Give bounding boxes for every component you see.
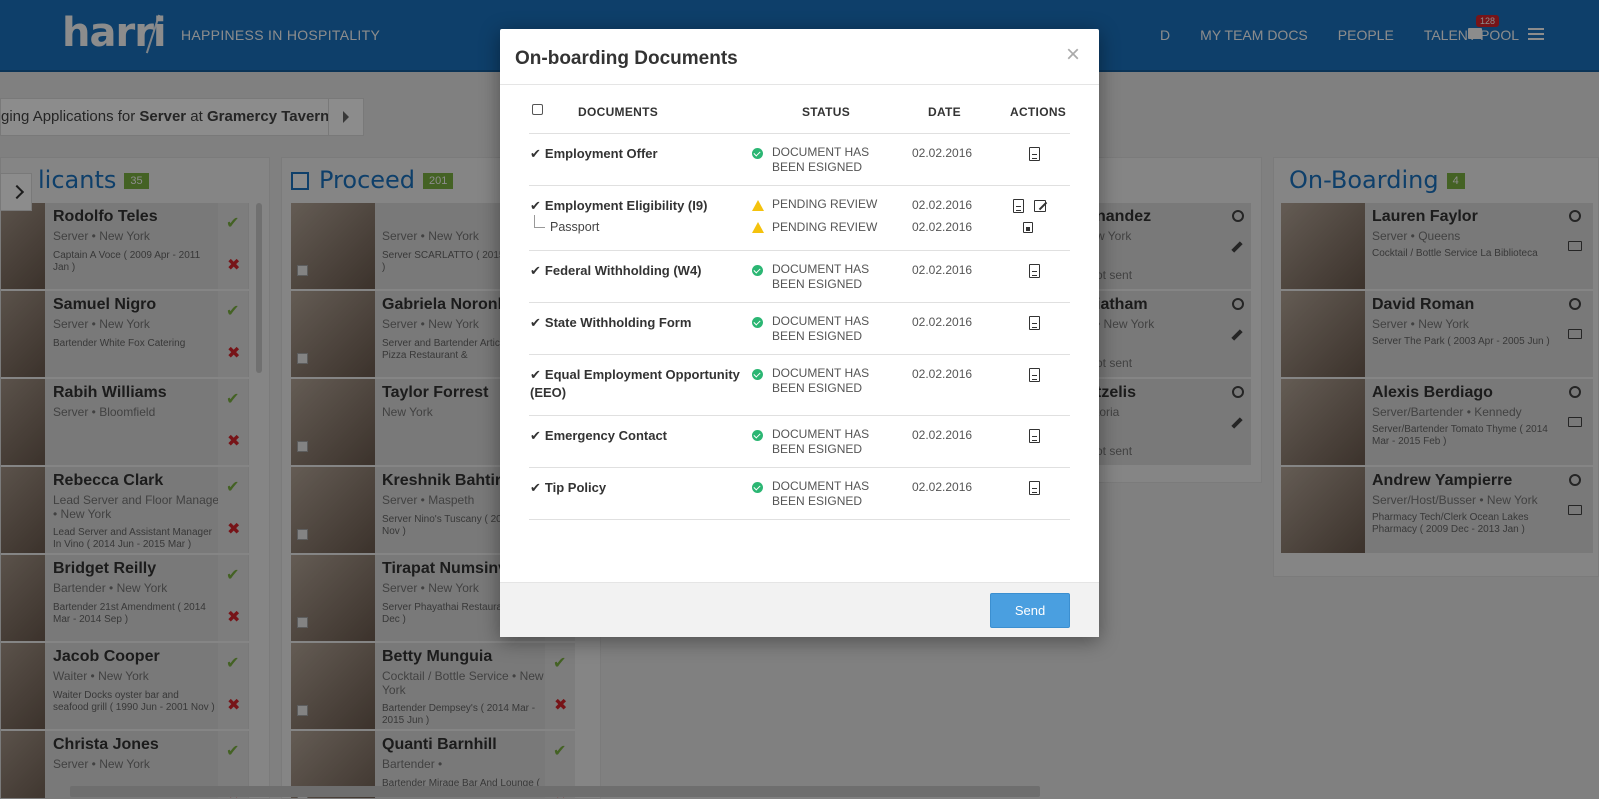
document-status: DOCUMENT HAS BEEN ESIGNED bbox=[772, 145, 870, 174]
document-check-icon: ✔ bbox=[530, 198, 541, 213]
warning-icon bbox=[752, 200, 764, 211]
date-column-header: DATE bbox=[928, 105, 961, 119]
pdf-file-icon[interactable] bbox=[1013, 199, 1024, 213]
success-check-icon bbox=[752, 482, 763, 493]
row-divider bbox=[529, 250, 1070, 251]
document-check-icon: ✔ bbox=[530, 367, 541, 382]
document-name-text: Federal Withholding (W4) bbox=[544, 263, 702, 278]
document-name[interactable]: ✔ Federal Withholding (W4) bbox=[530, 262, 745, 280]
document-date: 02.02.2016 bbox=[912, 480, 973, 494]
modal-title: On-boarding Documents bbox=[515, 48, 738, 69]
success-check-icon bbox=[752, 265, 763, 276]
document-check-icon: ✔ bbox=[530, 428, 541, 443]
success-check-icon bbox=[752, 430, 763, 441]
pdf-file-icon[interactable] bbox=[1029, 429, 1040, 443]
status-column-header: STATUS bbox=[802, 105, 851, 119]
document-name-text: Employment Eligibility (I9) bbox=[544, 198, 708, 213]
sub-document-date: 02.02.2016 bbox=[912, 220, 973, 234]
image-file-icon[interactable] bbox=[1023, 222, 1033, 233]
document-check-icon: ✔ bbox=[530, 146, 541, 161]
sub-document-status: PENDING REVIEW bbox=[772, 220, 878, 234]
close-icon[interactable]: × bbox=[1066, 43, 1080, 67]
documents-column-header: DOCUMENTS bbox=[578, 105, 659, 119]
document-name[interactable]: ✔ Tip Policy bbox=[530, 479, 745, 497]
document-date: 02.02.2016 bbox=[912, 146, 973, 160]
document-status: DOCUMENT HAS BEEN ESIGNED bbox=[772, 262, 870, 291]
document-name[interactable]: ✔ Emergency Contact bbox=[530, 427, 745, 445]
row-divider bbox=[529, 354, 1070, 355]
document-status: DOCUMENT HAS BEEN ESIGNED bbox=[772, 427, 870, 456]
warning-icon bbox=[752, 222, 764, 233]
document-name[interactable]: ✔ State Withholding Form bbox=[530, 314, 745, 332]
document-check-icon: ✔ bbox=[530, 480, 541, 495]
document-name-text: Emergency Contact bbox=[544, 428, 667, 443]
send-button[interactable]: Send bbox=[990, 593, 1070, 628]
document-name-text: Tip Policy bbox=[544, 480, 607, 495]
document-status: DOCUMENT HAS BEEN ESIGNED bbox=[772, 314, 870, 343]
pdf-file-icon[interactable] bbox=[1029, 481, 1040, 495]
actions-column-header: ACTIONS bbox=[1010, 105, 1067, 119]
document-status: DOCUMENT HAS BEEN ESIGNED bbox=[772, 366, 870, 395]
document-name-text: State Withholding Form bbox=[544, 315, 692, 330]
onboarding-documents-modal: On-boarding Documents × DOCUMENTS STATUS… bbox=[500, 29, 1099, 637]
row-divider bbox=[529, 467, 1070, 468]
row-divider bbox=[529, 415, 1070, 416]
document-name-text: Employment Offer bbox=[544, 146, 658, 161]
document-date: 02.02.2016 bbox=[912, 367, 973, 381]
document-date: 02.02.2016 bbox=[912, 428, 973, 442]
modal-header: On-boarding Documents × bbox=[500, 29, 1099, 85]
pdf-file-icon[interactable] bbox=[1029, 368, 1040, 382]
document-check-icon: ✔ bbox=[530, 263, 541, 278]
document-name-text: Equal Employment Opportunity (EEO) bbox=[530, 367, 740, 400]
document-name[interactable]: ✔ Employment Eligibility (I9) bbox=[530, 197, 745, 215]
success-check-icon bbox=[752, 369, 763, 380]
document-date: 02.02.2016 bbox=[912, 198, 973, 212]
document-name[interactable]: ✔ Equal Employment Opportunity (EEO) bbox=[530, 366, 745, 402]
modal-footer: Send bbox=[500, 582, 1099, 637]
header-divider bbox=[529, 133, 1070, 134]
document-status: DOCUMENT HAS BEEN ESIGNED bbox=[772, 479, 870, 508]
document-date: 02.02.2016 bbox=[912, 263, 973, 277]
row-divider bbox=[529, 185, 1070, 186]
document-check-icon: ✔ bbox=[530, 315, 541, 330]
document-status: PENDING REVIEW bbox=[772, 197, 878, 211]
pdf-file-icon[interactable] bbox=[1029, 264, 1040, 278]
document-name[interactable]: ✔ Employment Offer bbox=[530, 145, 745, 163]
sub-document-name: Passport bbox=[533, 215, 600, 234]
pdf-file-icon[interactable] bbox=[1029, 316, 1040, 330]
success-check-icon bbox=[752, 148, 763, 159]
pdf-file-icon[interactable] bbox=[1029, 147, 1040, 161]
select-all-documents-checkbox[interactable] bbox=[532, 104, 543, 115]
success-check-icon bbox=[752, 317, 763, 328]
row-divider bbox=[529, 519, 1070, 520]
document-date: 02.02.2016 bbox=[912, 315, 973, 329]
edit-icon[interactable] bbox=[1034, 200, 1046, 212]
row-divider bbox=[529, 302, 1070, 303]
